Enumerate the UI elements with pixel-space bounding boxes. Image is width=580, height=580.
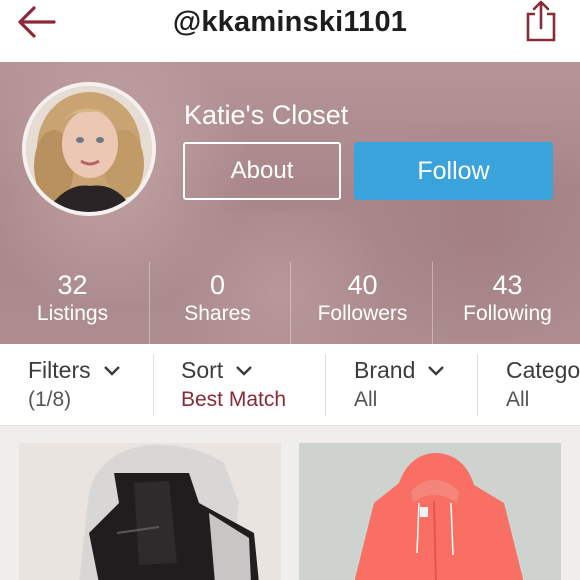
listing-image-hoodie [299,443,561,580]
share-button[interactable] [522,0,560,44]
stats-row: 32 Listings 0 Shares 40 Followers 43 Fol… [0,262,580,344]
divider [325,354,326,416]
filter-bar: Filters (1/8) Sort Best Match Brand All … [0,344,580,426]
page-title: @kkaminski1101 [172,6,408,38]
stat-shares[interactable]: 0 Shares [145,262,290,344]
about-button[interactable]: About [183,142,341,200]
closet-name: Katie's Closet [184,100,349,130]
share-icon [526,0,556,42]
top-nav-bar: @kkaminski1101 [0,0,580,62]
stat-listings[interactable]: 32 Listings [0,262,145,344]
listing-card[interactable] [299,443,561,580]
chevron-down-icon [103,365,120,376]
divider [432,262,433,344]
stat-value: 32 [57,270,88,300]
chevron-down-icon [236,365,253,376]
listings-grid [0,426,580,580]
follow-button[interactable]: Follow [354,142,553,200]
category-dropdown[interactable]: Category All [506,357,580,412]
stat-followers[interactable]: 40 Followers [290,262,435,344]
filter-title: Sort [181,357,224,383]
filter-title: Filters [28,357,91,383]
filter-value: All [354,388,378,411]
filter-title: Brand [354,357,416,383]
brand-dropdown[interactable]: Brand All [354,357,445,412]
avatar-photo [26,86,152,212]
stat-label: Listings [36,302,109,325]
divider [290,262,291,344]
stat-following[interactable]: 43 Following [435,262,580,344]
filter-value: (1/8) [28,388,72,411]
filter-value: All [506,388,530,411]
stat-value: 40 [347,270,378,300]
chevron-down-icon [428,365,445,376]
divider [153,354,154,416]
stat-label: Following [463,302,552,325]
profile-header: Katie's Closet About Follow 32 Listings … [0,62,580,344]
stat-label: Followers [317,302,408,325]
sort-dropdown[interactable]: Sort Best Match [181,357,286,412]
divider [477,354,478,416]
filter-value: Best Match [181,388,287,411]
divider [149,262,150,344]
filter-title: Category [506,357,580,383]
stat-value: 43 [492,270,523,300]
listing-image-jacket [19,443,281,580]
filters-dropdown[interactable]: Filters (1/8) [28,357,121,412]
listing-card[interactable] [19,443,281,580]
avatar[interactable] [22,82,156,216]
stat-value: 0 [209,270,226,300]
stat-label: Shares [184,302,251,325]
